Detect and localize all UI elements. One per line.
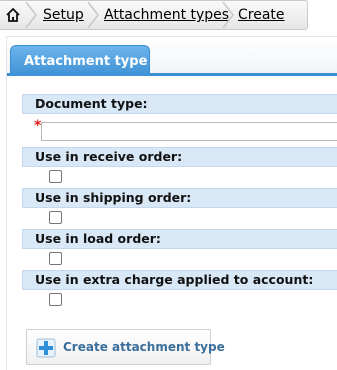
use-in-extra-charge-checkbox[interactable] (49, 293, 62, 306)
breadcrumb-create-link[interactable]: Create (238, 7, 285, 23)
home-icon[interactable] (0, 1, 26, 29)
document-type-input[interactable] (41, 122, 337, 141)
breadcrumb-separator (222, 2, 234, 28)
use-in-shipping-order-label: Use in shipping order: (22, 188, 337, 208)
use-in-load-order-checkbox[interactable] (49, 252, 62, 265)
use-in-receive-order-checkbox[interactable] (49, 170, 62, 183)
breadcrumb-setup-link[interactable]: Setup (43, 7, 84, 23)
breadcrumb-separator (25, 2, 37, 28)
breadcrumb: Setup Attachment types Create (0, 0, 308, 30)
breadcrumb-separator (87, 2, 99, 28)
create-attachment-type-label: Create attachment type (63, 340, 225, 354)
use-in-extra-charge-label: Use in extra charge applied to account: (22, 270, 337, 290)
use-in-receive-order-label: Use in receive order: (22, 147, 337, 167)
create-attachment-type-button[interactable]: Create attachment type (26, 329, 225, 365)
document-type-label: Document type: (22, 94, 337, 114)
plus-icon (36, 338, 56, 358)
use-in-shipping-order-checkbox[interactable] (49, 211, 62, 224)
tab-bar: Attachment type (7, 37, 337, 76)
breadcrumb-attachment-types-link[interactable]: Attachment types (104, 7, 229, 23)
use-in-load-order-label: Use in load order: (22, 229, 337, 249)
tab-attachment-type[interactable]: Attachment type (10, 45, 150, 76)
